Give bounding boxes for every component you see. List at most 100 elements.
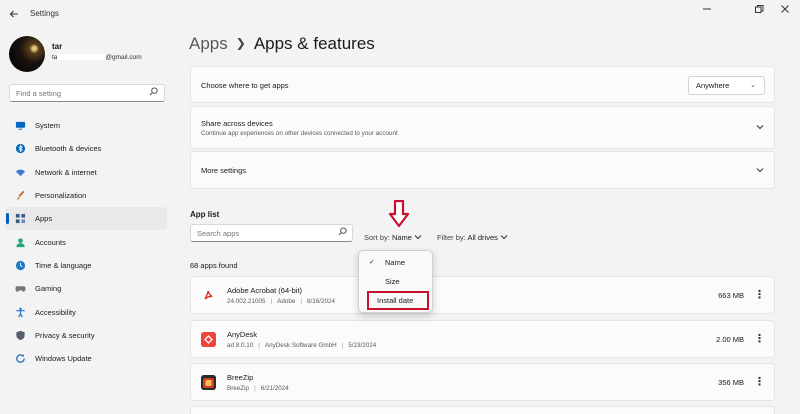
sidebar-item-gaming[interactable]: Gaming bbox=[5, 277, 167, 300]
sidebar-item-personalization[interactable]: Personalization bbox=[5, 184, 167, 207]
sidebar-item-apps[interactable]: Apps bbox=[5, 207, 167, 231]
app-date: 8/16/2024 bbox=[307, 298, 336, 305]
sidebar-item-label: Privacy & security bbox=[35, 330, 95, 340]
search-icon[interactable] bbox=[338, 227, 347, 238]
acrobat-icon bbox=[201, 288, 216, 303]
apps-found-count: 68 apps found bbox=[190, 261, 238, 270]
filter-by-value: All drives bbox=[467, 233, 498, 242]
sidebar-item-system[interactable]: System bbox=[5, 114, 167, 137]
meta-separator: | bbox=[300, 298, 303, 305]
globe-clock-icon bbox=[15, 260, 26, 271]
sort-option-install-date[interactable]: Install date bbox=[367, 291, 429, 310]
app-date: 6/21/2024 bbox=[260, 385, 289, 392]
share-devices-card[interactable]: Share across devices Continue app experi… bbox=[190, 106, 775, 149]
meta-separator: | bbox=[258, 342, 260, 349]
minimize-icon[interactable] bbox=[700, 4, 714, 18]
app-row-anydesk[interactable]: AnyDesk ad 8.0.10 | AnyDesk Software GmbH |… bbox=[190, 320, 775, 358]
sort-by-value: Name bbox=[391, 233, 412, 242]
close-icon[interactable] bbox=[778, 4, 792, 18]
get-apps-select[interactable]: Anywhere ⌄ bbox=[688, 76, 765, 95]
sidebar-item-label: Windows Update bbox=[35, 354, 92, 364]
sort-dropdown-menu: ✓ Name Size Install date bbox=[358, 250, 433, 313]
apps-search-input[interactable] bbox=[191, 225, 331, 241]
filter-by-dropdown[interactable]: Filter by: All drives bbox=[437, 233, 508, 242]
title-bar: Settings bbox=[0, 0, 800, 28]
monitor-icon bbox=[15, 120, 26, 131]
app-list-label: App list bbox=[190, 210, 220, 219]
sidebar-nav: System Bluetooth & devices Network & int… bbox=[5, 114, 167, 370]
chevron-down-icon[interactable] bbox=[756, 123, 764, 131]
app-size: 356 MB bbox=[718, 378, 744, 387]
checkmark-icon: ✓ bbox=[369, 259, 375, 266]
page-title: Apps & features bbox=[253, 34, 375, 53]
sort-option-label: Size bbox=[385, 277, 400, 286]
sidebar-item-privacy[interactable]: Privacy & security bbox=[5, 324, 167, 347]
breadcrumb-parent[interactable]: Apps bbox=[189, 34, 228, 53]
redacted-block bbox=[57, 54, 106, 61]
more-options-icon[interactable]: ⋮ bbox=[754, 287, 765, 303]
sidebar-item-label: Bluetooth & devices bbox=[35, 144, 102, 154]
breezip-icon bbox=[201, 375, 216, 390]
sidebar-item-label: Gaming bbox=[35, 284, 62, 294]
sidebar-item-label: Personalization bbox=[35, 191, 87, 201]
chevron-down-icon[interactable] bbox=[756, 166, 764, 174]
down-arrow-annotation-icon bbox=[388, 200, 410, 228]
sidebar-item-time-language[interactable]: Time & language bbox=[5, 254, 167, 277]
app-size: 2.00 MB bbox=[716, 335, 744, 344]
user-email: ta @gmail.com bbox=[52, 54, 142, 61]
sidebar-item-label: Network & internet bbox=[35, 167, 97, 177]
sort-option-label: Install date bbox=[377, 296, 414, 305]
sidebar-item-label: Accounts bbox=[35, 237, 66, 247]
app-name: AnyDesk bbox=[227, 330, 258, 339]
app-meta: 24.002.21005 | Adobe | 8/16/2024 bbox=[227, 298, 335, 305]
sort-option-size[interactable]: Size bbox=[359, 272, 434, 291]
app-version: 24.002.21005 bbox=[227, 298, 266, 305]
user-name: tar bbox=[52, 42, 63, 51]
sort-by-dropdown[interactable]: Sort by: Name bbox=[364, 233, 422, 242]
chevron-down-icon bbox=[500, 233, 508, 242]
settings-search-input[interactable] bbox=[10, 85, 140, 101]
more-options-icon[interactable]: ⋮ bbox=[754, 331, 765, 347]
app-name: BreeZip bbox=[227, 373, 254, 382]
breadcrumb: Apps ❯ Apps & features bbox=[189, 34, 375, 54]
share-title: Share across devices bbox=[201, 119, 273, 128]
email-suffix: @gmail.com bbox=[105, 54, 142, 61]
meta-separator: | bbox=[254, 385, 256, 392]
sidebar-item-accounts[interactable]: Accounts bbox=[5, 230, 167, 253]
sidebar-item-network[interactable]: Network & internet bbox=[5, 161, 167, 184]
app-publisher: Adobe bbox=[277, 298, 296, 305]
app-version: ad 8.0.10 bbox=[227, 342, 254, 349]
more-options-icon[interactable]: ⋮ bbox=[754, 374, 765, 390]
window-title: Settings bbox=[30, 9, 59, 18]
app-row-adobe-acrobat[interactable]: Adobe Acrobat (64-bit) 24.002.21005 | Adob… bbox=[190, 276, 775, 314]
app-version: BreeZip bbox=[227, 385, 250, 392]
accessibility-icon bbox=[15, 307, 26, 318]
meta-separator: | bbox=[341, 342, 344, 349]
sidebar-item-accessibility[interactable]: Accessibility bbox=[5, 300, 167, 323]
get-apps-title: Choose where to get apps bbox=[201, 81, 289, 90]
sidebar-item-windows-update[interactable]: Windows Update bbox=[5, 347, 167, 370]
meta-separator: | bbox=[270, 298, 273, 305]
brush-icon bbox=[15, 190, 26, 201]
restore-icon[interactable] bbox=[752, 4, 766, 18]
more-settings-title: More settings bbox=[201, 166, 247, 175]
update-icon bbox=[15, 353, 26, 364]
apps-search bbox=[190, 224, 353, 242]
shield-icon bbox=[15, 330, 26, 341]
app-row-partial bbox=[190, 406, 775, 414]
apps-icon bbox=[15, 213, 26, 224]
app-publisher: AnyDesk Software GmbH bbox=[264, 342, 337, 349]
back-arrow-icon[interactable] bbox=[8, 8, 20, 20]
sort-option-name[interactable]: ✓ Name bbox=[359, 253, 434, 272]
get-apps-value: Anywhere bbox=[696, 81, 730, 90]
app-date: 5/23/2024 bbox=[348, 342, 377, 349]
sidebar-item-bluetooth[interactable]: Bluetooth & devices bbox=[5, 137, 167, 160]
search-icon[interactable] bbox=[149, 87, 158, 98]
app-row-breezip[interactable]: BreeZip BreeZip | 6/21/2024 356 MB ⋮ bbox=[190, 363, 775, 401]
chevron-down-icon: ⌄ bbox=[750, 82, 756, 89]
app-size: 663 MB bbox=[718, 291, 744, 300]
get-apps-card: Choose where to get apps Anywhere ⌄ bbox=[190, 66, 775, 103]
more-settings-card[interactable]: More settings bbox=[190, 151, 775, 189]
avatar[interactable] bbox=[9, 36, 45, 72]
share-subtitle: Continue app experiences on other device… bbox=[201, 130, 398, 137]
